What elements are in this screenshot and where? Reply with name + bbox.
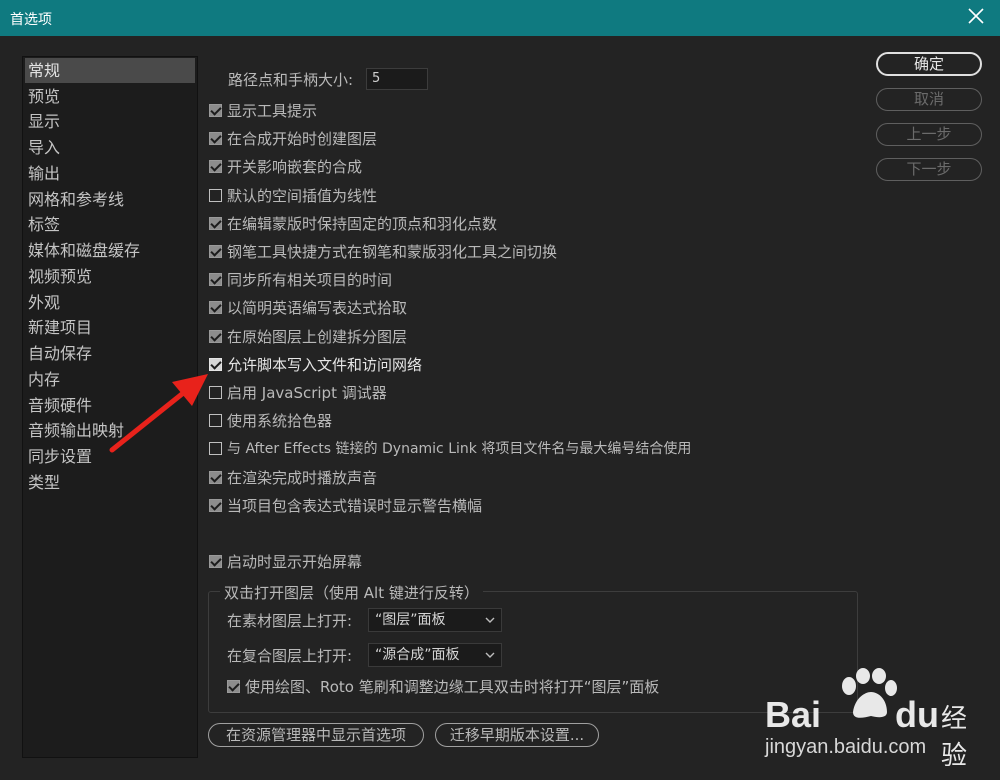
option-split-layers-above[interactable]: 在原始图层上创建拆分图层 [209, 325, 407, 347]
next-button[interactable]: 下一步 [876, 158, 982, 181]
checkbox[interactable] [209, 329, 222, 343]
migrate-settings-button[interactable]: 迁移早期版本设置... [435, 723, 599, 747]
checkbox[interactable] [209, 300, 222, 314]
option-label: 同步所有相关项目的时间 [227, 270, 393, 289]
sidebar-item-previews[interactable]: 预览 [25, 84, 195, 109]
footage-layer-label: 在素材图层上打开: [227, 612, 353, 630]
checkbox[interactable] [209, 385, 222, 399]
title-bar: 首选项 [0, 0, 1000, 36]
sidebar-item-video-preview[interactable]: 视频预览 [25, 264, 195, 289]
option-label: 当项目包含表达式错误时显示警告横幅 [227, 496, 483, 515]
watermark-brand-right: du [895, 694, 939, 735]
checkbox[interactable] [209, 441, 222, 455]
option-label: 钢笔工具快捷方式在钢笔和蒙版羽化工具之间切换 [227, 242, 558, 261]
checkbox[interactable] [209, 413, 222, 427]
option-pen-tool-shortcut[interactable]: 钢笔工具快捷方式在钢笔和蒙版羽化工具之间切换 [209, 240, 557, 262]
sidebar-item-type[interactable]: 类型 [25, 470, 195, 495]
preferences-dialog: 常规 预览 显示 导入 输出 网格和参考线 标签 媒体和磁盘缓存 视频预览 外观… [2, 36, 998, 778]
checkbox[interactable] [227, 679, 240, 693]
option-play-sound-on-render[interactable]: 在渲染完成时播放声音 [209, 466, 377, 488]
sidebar-item-grids-guides[interactable]: 网格和参考线 [25, 187, 195, 212]
option-paint-opens-layer-panel[interactable]: 使用绘图、Roto 笔刷和调整边缘工具双击时将打开“图层”面板 [227, 675, 659, 697]
comp-layer-label: 在复合图层上打开: [227, 647, 353, 665]
option-linear-spatial-interpolation[interactable]: 默认的空间插值为线性 [209, 184, 377, 206]
sidebar-item-audio-output-mapping[interactable]: 音频输出映射 [25, 418, 195, 443]
option-label: 启动时显示开始屏幕 [227, 552, 363, 571]
sidebar-item-sync-settings[interactable]: 同步设置 [25, 444, 195, 469]
option-label: 在编辑蒙版时保持固定的顶点和羽化点数 [227, 214, 498, 233]
sidebar-item-output[interactable]: 输出 [25, 161, 195, 186]
sidebar-item-appearance[interactable]: 外观 [25, 290, 195, 315]
option-allow-scripts-network[interactable]: 允许脚本写入文件和访问网络 [209, 353, 422, 375]
watermark-url: jingyan.baidu.com [765, 736, 927, 758]
path-size-input[interactable]: 5 [366, 68, 428, 90]
option-show-tooltips[interactable]: 显示工具提示 [209, 99, 317, 121]
option-label: 使用系统拾色器 [227, 411, 333, 430]
option-switches-affect-nested[interactable]: 开关影响嵌套的合成 [209, 155, 362, 177]
checkbox[interactable] [209, 159, 222, 173]
previous-button[interactable]: 上一步 [876, 123, 982, 146]
checkbox[interactable] [209, 498, 222, 512]
chevron-down-icon [485, 617, 495, 623]
sidebar-item-auto-save[interactable]: 自动保存 [25, 341, 195, 366]
checkbox[interactable] [209, 131, 222, 145]
option-create-layers-at-comp-start[interactable]: 在合成开始时创建图层 [209, 127, 377, 149]
chevron-down-icon [485, 652, 495, 658]
option-startup-screen[interactable]: 启动时显示开始屏幕 [209, 550, 362, 572]
option-label: 默认的空间插值为线性 [227, 186, 378, 205]
option-label: 以简明英语编写表达式拾取 [227, 298, 408, 317]
option-label: 允许脚本写入文件和访问网络 [227, 355, 423, 374]
option-label: 在原始图层上创建拆分图层 [227, 327, 408, 346]
comp-layer-select[interactable]: “源合成”面板 [368, 643, 502, 667]
reveal-preferences-button[interactable]: 在资源管理器中显示首选项 [208, 723, 424, 747]
double-click-group-title: 双击打开图层（使用 Alt 键进行反转） [220, 582, 483, 603]
sidebar-item-audio-hardware[interactable]: 音频硬件 [25, 393, 195, 418]
checkbox[interactable] [209, 244, 222, 258]
window-title: 首选项 [10, 12, 52, 28]
path-size-label: 路径点和手柄大小: [228, 71, 354, 89]
option-label: 使用绘图、Roto 笔刷和调整边缘工具双击时将打开“图层”面板 [245, 677, 660, 696]
checkbox[interactable] [209, 470, 222, 484]
sidebar-item-memory[interactable]: 内存 [25, 367, 195, 392]
checkbox[interactable] [209, 272, 222, 286]
checkbox[interactable] [209, 357, 222, 371]
sidebar-item-media-cache[interactable]: 媒体和磁盘缓存 [25, 238, 195, 263]
cancel-button[interactable]: 取消 [876, 88, 982, 111]
option-system-color-picker[interactable]: 使用系统拾色器 [209, 409, 332, 431]
option-preserve-mask-vertices[interactable]: 在编辑蒙版时保持固定的顶点和羽化点数 [209, 212, 497, 234]
option-label: 与 After Effects 链接的 Dynamic Link 将项目文件名与… [227, 441, 692, 457]
option-expression-pickwhip-english[interactable]: 以简明英语编写表达式拾取 [209, 296, 407, 318]
sidebar-item-import[interactable]: 导入 [25, 135, 195, 160]
checkbox[interactable] [209, 554, 222, 568]
footage-layer-value: “图层”面板 [375, 612, 446, 628]
category-list: 常规 预览 显示 导入 输出 网格和参考线 标签 媒体和磁盘缓存 视频预览 外观… [22, 56, 198, 758]
option-expression-error-banner[interactable]: 当项目包含表达式错误时显示警告横幅 [209, 494, 482, 516]
option-label: 启用 JavaScript 调试器 [227, 383, 387, 402]
option-label: 开关影响嵌套的合成 [227, 157, 363, 176]
option-enable-js-debugger[interactable]: 启用 JavaScript 调试器 [209, 381, 387, 403]
sidebar-item-general[interactable]: 常规 [25, 58, 195, 83]
ok-button[interactable]: 确定 [876, 52, 982, 76]
option-sync-time[interactable]: 同步所有相关项目的时间 [209, 268, 392, 290]
sidebar-item-labels[interactable]: 标签 [25, 212, 195, 237]
sidebar-item-display[interactable]: 显示 [25, 109, 195, 134]
paw-icon [842, 668, 897, 718]
sidebar-item-new-project[interactable]: 新建项目 [25, 315, 195, 340]
watermark-brand-cn: 经验 [941, 704, 968, 771]
close-icon[interactable] [964, 4, 988, 28]
watermark-brand-left: Bai [765, 694, 822, 735]
option-dynamic-link-filename[interactable]: 与 After Effects 链接的 Dynamic Link 将项目文件名与… [209, 437, 691, 459]
footage-layer-select[interactable]: “图层”面板 [368, 608, 502, 632]
option-label: 在渲染完成时播放声音 [227, 468, 378, 487]
baidu-jingyan-watermark: Bai du 经验 jingyan.baidu.com [765, 668, 975, 771]
checkbox[interactable] [209, 188, 222, 202]
checkbox[interactable] [209, 103, 222, 117]
option-label: 在合成开始时创建图层 [227, 129, 378, 148]
checkbox[interactable] [209, 216, 222, 230]
comp-layer-value: “源合成”面板 [375, 647, 460, 663]
option-label: 显示工具提示 [227, 101, 318, 120]
